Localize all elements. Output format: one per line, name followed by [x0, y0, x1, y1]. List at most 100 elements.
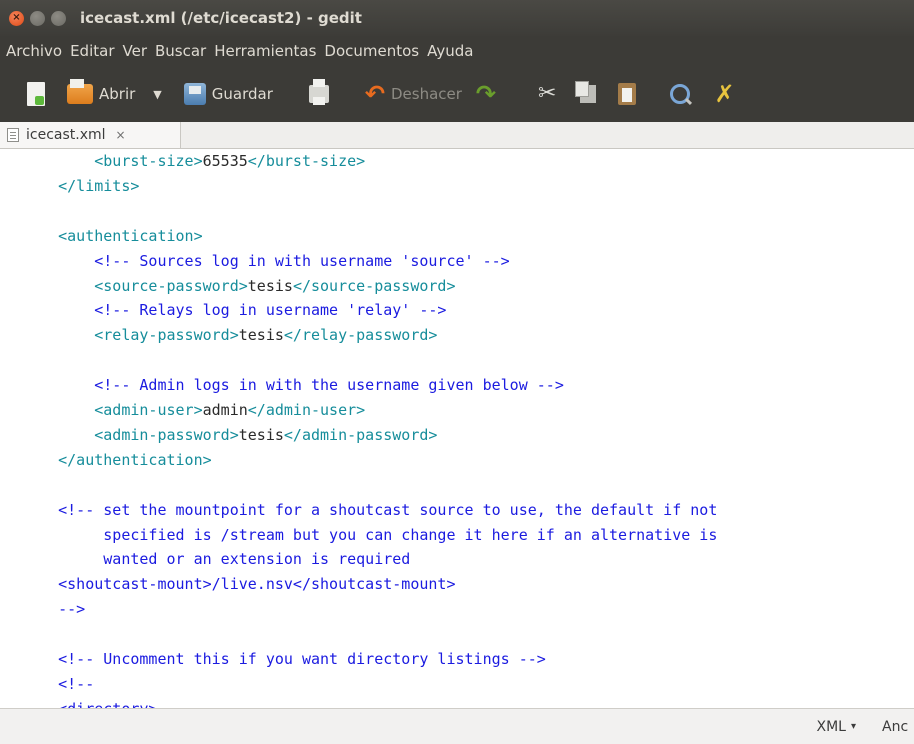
- find-button[interactable]: [670, 74, 691, 114]
- menu-editar[interactable]: Editar: [66, 42, 118, 60]
- code-line: <!-- Relays log in username 'relay' -->: [22, 298, 446, 322]
- new-document-icon: [27, 82, 45, 106]
- paste-button[interactable]: [618, 74, 637, 114]
- code-token: <directory>: [58, 700, 157, 708]
- code-line: <admin-password>tesis</admin-password>: [22, 423, 437, 447]
- code-token: tesis: [247, 276, 293, 295]
- toolbar: Abrir ▼ Guardar ↶ Deshacer ↷ ✂ ✗: [0, 66, 914, 122]
- redo-button[interactable]: ↷: [476, 74, 496, 114]
- code-token: -->: [58, 600, 86, 619]
- code-token: <!-- Sources log in with username 'sourc…: [94, 251, 510, 270]
- window-controls: ×: [9, 10, 66, 26]
- menu-buscar[interactable]: Buscar: [151, 42, 210, 60]
- maximize-window-icon[interactable]: [51, 10, 66, 26]
- save-label: Guardar: [211, 85, 273, 103]
- menu-ayuda[interactable]: Ayuda: [423, 42, 477, 60]
- code-token: 65535: [202, 152, 248, 170]
- code-line: <!-- Admin logs in with the username giv…: [22, 373, 564, 397]
- tab-icecast-xml[interactable]: icecast.xml ×: [0, 122, 181, 148]
- code-token: </source-password>: [292, 276, 456, 295]
- code-line: <relay-password>tesis</relay-password>: [22, 323, 437, 347]
- undo-label: Deshacer: [390, 85, 462, 103]
- minimize-window-icon[interactable]: [30, 10, 45, 26]
- code-line: </limits>: [22, 174, 139, 198]
- language-selector[interactable]: XML: [816, 719, 845, 735]
- menu-ver[interactable]: Ver: [119, 42, 152, 60]
- code-line: -->: [22, 597, 85, 621]
- code-token: </admin-password>: [283, 425, 438, 444]
- tab-label: icecast.xml: [26, 127, 106, 143]
- chevron-down-icon: ▾: [850, 721, 856, 732]
- status-bar: XML ▾ Anc: [0, 708, 914, 744]
- save-icon: [183, 83, 206, 105]
- open-button[interactable]: Abrir: [67, 74, 135, 114]
- window-title: icecast.xml (/etc/icecast2) - gedit: [80, 9, 362, 27]
- code-line: <authentication>: [22, 224, 203, 248]
- open-folder-icon: [67, 79, 93, 104]
- print-button[interactable]: [308, 74, 329, 114]
- new-document-button[interactable]: [27, 74, 45, 114]
- code-token: <source-password>: [94, 276, 248, 295]
- code-line: <!-- set the mountpoint for a shoutcast …: [22, 498, 717, 522]
- redo-icon: ↷: [475, 80, 497, 108]
- cut-icon: ✂: [538, 81, 557, 106]
- code-line: specified is /stream but you can change …: [22, 523, 717, 547]
- title-bar: × icecast.xml (/etc/icecast2) - gedit: [0, 0, 914, 36]
- find-icon: [670, 84, 691, 104]
- code-line: <!-- Uncomment this if you want director…: [22, 647, 546, 671]
- code-line: </authentication>: [22, 448, 212, 472]
- open-recent-dropdown[interactable]: ▼: [135, 74, 161, 114]
- code-line: wanted or an extension is required: [22, 547, 410, 571]
- code-token: </relay-password>: [283, 326, 438, 345]
- code-line: <!-- Sources log in with username 'sourc…: [22, 249, 510, 273]
- tab-bar: icecast.xml ×: [0, 122, 914, 149]
- replace-icon: ✗: [714, 80, 735, 108]
- code-token: <!-- Uncomment this if you want director…: [58, 650, 546, 668]
- text-editor[interactable]: <burst-size>65535</burst-size> </limits>…: [0, 149, 914, 708]
- code-line: <shoutcast-mount>/live.nsv</shoutcast-mo…: [22, 572, 455, 596]
- code-token: <admin-user>: [94, 401, 203, 419]
- menu-archivo[interactable]: Archivo: [0, 42, 66, 60]
- cut-button[interactable]: ✂: [538, 74, 556, 114]
- dropdown-arrow-icon: ▼: [153, 87, 162, 101]
- tab-close-icon[interactable]: ×: [116, 128, 126, 142]
- undo-button[interactable]: ↶ Deshacer: [365, 74, 462, 114]
- code-token: </admin-user>: [247, 401, 366, 419]
- code-token: <!--: [58, 674, 95, 693]
- code-token: specified is /stream but you can change …: [103, 525, 718, 544]
- copy-button[interactable]: [575, 74, 597, 114]
- open-label: Abrir: [99, 85, 136, 103]
- paste-icon: [618, 83, 637, 105]
- undo-icon: ↶: [364, 80, 385, 108]
- menu-documentos[interactable]: Documentos: [320, 42, 423, 60]
- print-icon: [308, 79, 329, 105]
- tab-width-selector[interactable]: Anc: [882, 719, 914, 735]
- code-line: <!--: [22, 672, 94, 696]
- code-token: <relay-password>: [94, 326, 239, 345]
- code-line: <admin-user>admin</admin-user>: [22, 398, 365, 422]
- copy-icon: [575, 81, 597, 103]
- replace-button[interactable]: ✗: [714, 74, 734, 114]
- code-token: tesis: [238, 425, 284, 444]
- code-token: <authentication>: [58, 226, 203, 245]
- menu-herramientas[interactable]: Herramientas: [210, 42, 320, 60]
- code-token: admin: [202, 401, 248, 419]
- code-token: <!-- Relays log in username 'relay' -->: [94, 301, 447, 320]
- save-button[interactable]: Guardar: [183, 74, 273, 114]
- code-line: <directory>: [22, 697, 157, 708]
- code-token: <burst-size>: [94, 152, 203, 170]
- close-window-icon[interactable]: ×: [9, 10, 24, 26]
- code-token: <!-- set the mountpoint for a shoutcast …: [58, 500, 718, 519]
- code-token: </limits>: [58, 176, 140, 195]
